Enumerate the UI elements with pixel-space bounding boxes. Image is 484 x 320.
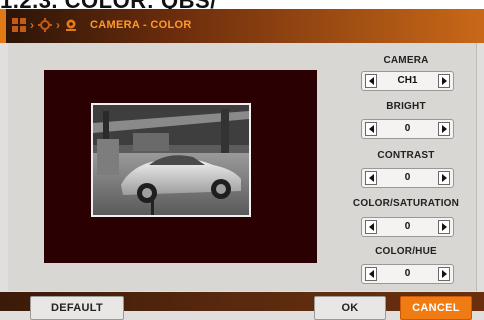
arrow-left-icon [368, 223, 374, 231]
breadcrumb-chevron-icon: › [56, 18, 60, 32]
gear-icon[interactable] [38, 18, 52, 32]
arrow-right-icon [441, 174, 447, 182]
breadcrumb: › › [12, 18, 78, 32]
contrast-decrease-button[interactable] [365, 171, 377, 185]
bright-decrease-button[interactable] [365, 122, 377, 136]
saturation-spinner: 0 [361, 217, 454, 237]
hue-increase-button[interactable] [438, 267, 450, 281]
contrast-value: 0 [404, 172, 411, 183]
camera-label: CAMERA [383, 55, 429, 66]
saturation-increase-button[interactable] [438, 220, 450, 234]
ok-button[interactable]: OK [314, 296, 386, 320]
contrast-increase-button[interactable] [438, 171, 450, 185]
arrow-right-icon [441, 125, 447, 133]
arrow-right-icon [441, 77, 447, 85]
saturation-label: COLOR/SATURATION [352, 198, 460, 209]
camera-spinner: CH1 [361, 71, 454, 91]
bright-value: 0 [404, 123, 411, 134]
camera-value: CH1 [397, 75, 418, 86]
hue-value: 0 [404, 268, 411, 279]
default-button[interactable]: DEFAULT [30, 296, 124, 320]
saturation-value: 0 [404, 221, 411, 232]
camera-next-button[interactable] [438, 74, 450, 88]
menu-grid-icon[interactable] [12, 18, 26, 32]
arrow-right-icon [441, 270, 447, 278]
hue-spinner: 0 [361, 264, 454, 284]
camera-icon [66, 19, 76, 31]
saturation-decrease-button[interactable] [365, 220, 377, 234]
cancel-button[interactable]: CANCEL [400, 296, 472, 320]
bright-spinner: 0 [361, 119, 454, 139]
arrow-left-icon [368, 125, 374, 133]
title-bar: › › CAMERA - COLOR [0, 9, 484, 43]
camera-preview-image [91, 103, 251, 217]
breadcrumb-chevron-icon: › [30, 18, 34, 32]
preview-scene [93, 105, 249, 215]
bright-label: BRIGHT [386, 101, 426, 112]
contrast-label: CONTRAST [377, 150, 435, 161]
page-title: CAMERA - COLOR [90, 19, 192, 31]
title-accent [0, 9, 6, 43]
bright-increase-button[interactable] [438, 122, 450, 136]
contrast-spinner: 0 [361, 168, 454, 188]
arrow-right-icon [441, 223, 447, 231]
hue-decrease-button[interactable] [365, 267, 377, 281]
arrow-left-icon [368, 77, 374, 85]
hue-label: COLOR/HUE [375, 246, 437, 257]
arrow-left-icon [368, 174, 374, 182]
arrow-left-icon [368, 270, 374, 278]
camera-prev-button[interactable] [365, 74, 377, 88]
